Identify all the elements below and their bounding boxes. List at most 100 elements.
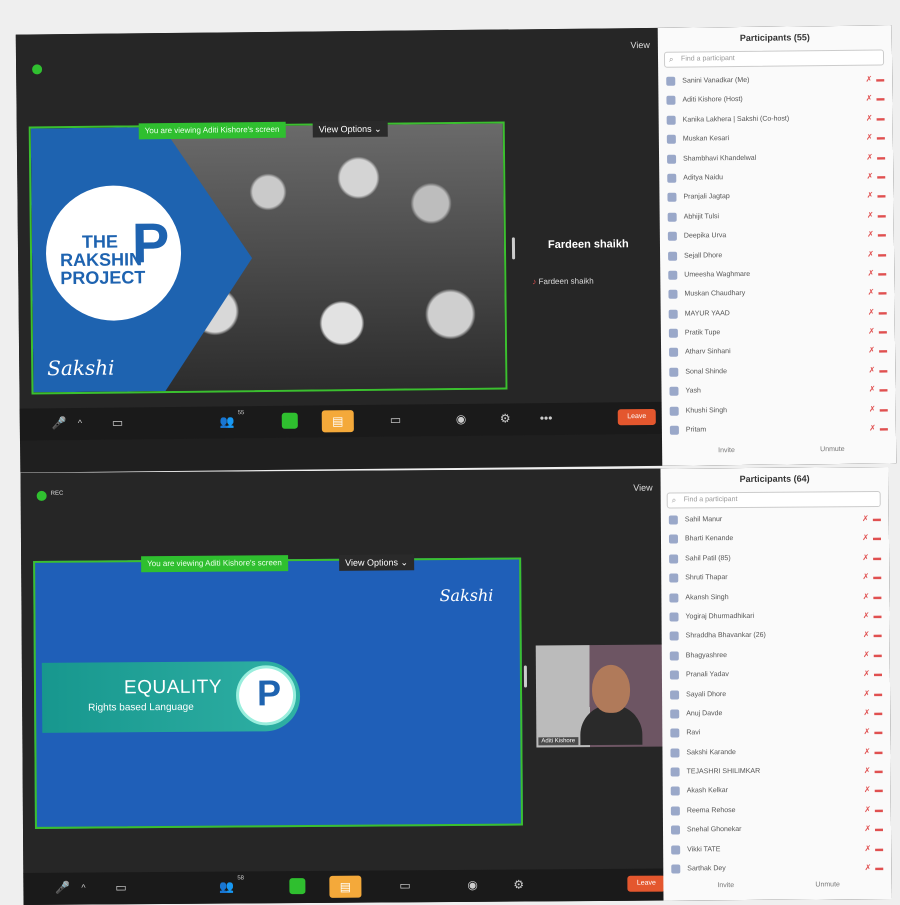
video-off-icon[interactable]: ▭ bbox=[115, 880, 126, 894]
video-off-icon[interactable]: ▬ bbox=[873, 548, 881, 567]
video-off-icon[interactable]: ▬ bbox=[878, 283, 886, 302]
participant-row[interactable]: Shambhavi Khandelwal ✗ ▬ bbox=[667, 147, 885, 169]
chat-button[interactable]: ▤ bbox=[329, 875, 362, 898]
mic-muted-icon[interactable]: ✗ bbox=[867, 264, 875, 283]
participant-row[interactable]: Bhagyashree ✗ ▬ bbox=[669, 645, 882, 666]
participant-row[interactable]: Sayali Dhore ✗ ▬ bbox=[670, 684, 882, 705]
video-off-icon[interactable]: ▬ bbox=[874, 684, 882, 703]
mic-muted-icon[interactable]: ✗ bbox=[866, 167, 874, 186]
video-off-icon[interactable]: ▬ bbox=[875, 858, 883, 877]
share-screen-button[interactable] bbox=[281, 412, 298, 429]
participant-row[interactable]: Pranjali Jagtap ✗ ▬ bbox=[667, 186, 886, 208]
participant-row[interactable]: Bharti Kenande ✗ ▬ bbox=[668, 528, 881, 549]
gear-icon[interactable]: ⚙ bbox=[500, 411, 511, 425]
video-off-icon[interactable]: ▬ bbox=[879, 322, 887, 341]
video-off-icon[interactable]: ▬ bbox=[879, 341, 887, 360]
video-off-icon[interactable]: ▬ bbox=[880, 399, 888, 418]
mic-muted-icon[interactable]: ✗ bbox=[868, 283, 875, 302]
participant-row[interactable]: Akansh Singh ✗ ▬ bbox=[669, 587, 881, 608]
participant-search-input[interactable]: ⌕ Find a participant bbox=[663, 49, 885, 68]
mic-muted-icon[interactable]: ✗ bbox=[863, 587, 870, 606]
participant-video-tile[interactable]: Aditi Kishore bbox=[535, 644, 671, 748]
mic-muted-icon[interactable]: ✗ bbox=[867, 225, 874, 244]
video-off-icon[interactable]: ▬ bbox=[879, 302, 887, 321]
video-off-icon[interactable]: ▬ bbox=[875, 800, 883, 819]
mic-muted-icon[interactable]: ✗ bbox=[864, 742, 871, 761]
video-off-icon[interactable]: ▬ bbox=[873, 509, 881, 528]
video-off-icon[interactable]: ▬ bbox=[874, 722, 882, 741]
video-off-icon[interactable]: ▬ bbox=[877, 147, 885, 166]
participant-row[interactable]: Snehal Ghonekar ✗ ▬ bbox=[670, 819, 883, 840]
mic-muted-icon[interactable]: ✗ bbox=[864, 800, 871, 819]
participant-row[interactable]: Khushi Singh ✗ ▬ bbox=[669, 399, 888, 421]
mic-muted-icon[interactable]: ✗ bbox=[862, 567, 870, 586]
participant-row[interactable]: Sonal Shinde ✗ ▬ bbox=[669, 360, 887, 382]
mic-muted-icon[interactable]: ✗ bbox=[863, 703, 870, 722]
unmute-button[interactable]: Unmute bbox=[820, 446, 845, 453]
video-off-icon[interactable]: ▬ bbox=[874, 742, 882, 761]
mic-muted-icon[interactable]: ✗ bbox=[867, 186, 874, 205]
splitter-handle[interactable] bbox=[523, 665, 528, 688]
mic-muted-icon[interactable]: ✗ bbox=[862, 529, 869, 548]
mic-muted-icon[interactable]: ✗ bbox=[864, 722, 871, 741]
record-icon[interactable]: ◉ bbox=[456, 412, 467, 426]
mic-muted-icon[interactable]: ✗ bbox=[868, 322, 875, 341]
video-off-icon[interactable]: ▬ bbox=[874, 625, 882, 644]
participant-row[interactable]: Sakshi Karande ✗ ▬ bbox=[670, 742, 882, 763]
participant-row[interactable]: Pritam ✗ ▬ bbox=[669, 419, 888, 441]
mic-muted-icon[interactable]: ✗ bbox=[868, 360, 876, 379]
video-off-icon[interactable]: ▬ bbox=[875, 819, 883, 838]
video-off-icon[interactable]: ▬ bbox=[877, 108, 885, 127]
mic-muted-icon[interactable]: ✗ bbox=[869, 380, 876, 399]
unmute-button[interactable]: Unmute bbox=[815, 881, 840, 888]
view-toggle-button[interactable]: View bbox=[630, 40, 649, 50]
mic-muted-icon[interactable]: ✗ bbox=[863, 606, 870, 625]
participant-search-input[interactable]: ⌕ Find a participant bbox=[666, 491, 881, 509]
participant-row[interactable]: Sarthak Dey ✗ ▬ bbox=[671, 858, 883, 879]
mic-muted-icon[interactable]: ✗ bbox=[869, 419, 876, 438]
participant-row[interactable]: Shraddha Bhavankar (26) ✗ ▬ bbox=[669, 625, 882, 646]
invite-button[interactable]: Invite bbox=[717, 882, 734, 889]
video-off-icon[interactable]: ▬ bbox=[874, 664, 882, 683]
mic-muted-icon[interactable]: ✗ bbox=[862, 548, 869, 567]
mic-muted-icon[interactable]: ✗ bbox=[863, 684, 870, 703]
participants-icon[interactable]: 👥 bbox=[219, 880, 234, 894]
video-off-icon[interactable]: ▬ bbox=[880, 419, 888, 438]
video-off-icon[interactable]: ▬ bbox=[879, 360, 887, 379]
mic-muted-icon[interactable]: ✗ bbox=[865, 70, 872, 89]
mic-muted-icon[interactable]: ✗ bbox=[867, 205, 874, 224]
captions-icon[interactable]: ▭ bbox=[399, 878, 410, 892]
video-off-icon[interactable]: ▬ bbox=[873, 587, 881, 606]
participant-row[interactable]: TEJASHRI SHILIMKAR ✗ ▬ bbox=[670, 761, 883, 782]
participant-row[interactable]: Sahil Manur ✗ ▬ bbox=[668, 509, 881, 530]
video-off-icon[interactable]: ▬ bbox=[874, 703, 882, 722]
video-off-icon[interactable]: ▬ bbox=[877, 128, 885, 147]
video-off-icon[interactable]: ▬ bbox=[875, 839, 883, 858]
video-off-icon[interactable]: ▬ bbox=[878, 205, 886, 224]
participant-row[interactable]: Sejall Dhore ✗ ▬ bbox=[668, 244, 886, 266]
gear-icon[interactable]: ⚙ bbox=[513, 878, 524, 892]
mic-muted-icon[interactable]: ✗ bbox=[866, 147, 873, 166]
mic-muted-icon[interactable]: ✗ bbox=[864, 819, 871, 838]
video-off-icon[interactable]: ▬ bbox=[873, 528, 881, 547]
chevron-up-icon[interactable]: ^ bbox=[78, 416, 82, 430]
video-off-icon[interactable]: ▬ bbox=[874, 645, 882, 664]
participant-row[interactable]: Muskan Kesari ✗ ▬ bbox=[666, 128, 885, 150]
participant-row[interactable]: Yash ✗ ▬ bbox=[669, 380, 888, 402]
splitter-handle[interactable] bbox=[511, 237, 516, 260]
video-off-icon[interactable]: ▬ bbox=[876, 89, 884, 108]
mic-muted-icon[interactable]: ✗ bbox=[867, 244, 874, 263]
video-off-icon[interactable]: ▬ bbox=[873, 567, 881, 586]
share-screen-button[interactable] bbox=[289, 878, 306, 895]
captions-icon[interactable]: ▭ bbox=[390, 413, 401, 427]
view-toggle-button[interactable]: View bbox=[633, 483, 652, 493]
mic-muted-icon[interactable]: ✗ bbox=[866, 89, 873, 108]
participant-row[interactable]: Anuj Davde ✗ ▬ bbox=[670, 703, 882, 724]
mic-icon[interactable]: 🎤 bbox=[52, 416, 67, 430]
video-off-icon[interactable]: ▬ bbox=[873, 606, 881, 625]
video-off-icon[interactable]: ▬ bbox=[875, 780, 883, 799]
participant-row[interactable]: Atharv Sinhani ✗ ▬ bbox=[669, 341, 887, 363]
video-off-icon[interactable]: ▬ bbox=[878, 244, 886, 263]
mic-muted-icon[interactable]: ✗ bbox=[864, 839, 871, 858]
mic-muted-icon[interactable]: ✗ bbox=[866, 108, 873, 127]
